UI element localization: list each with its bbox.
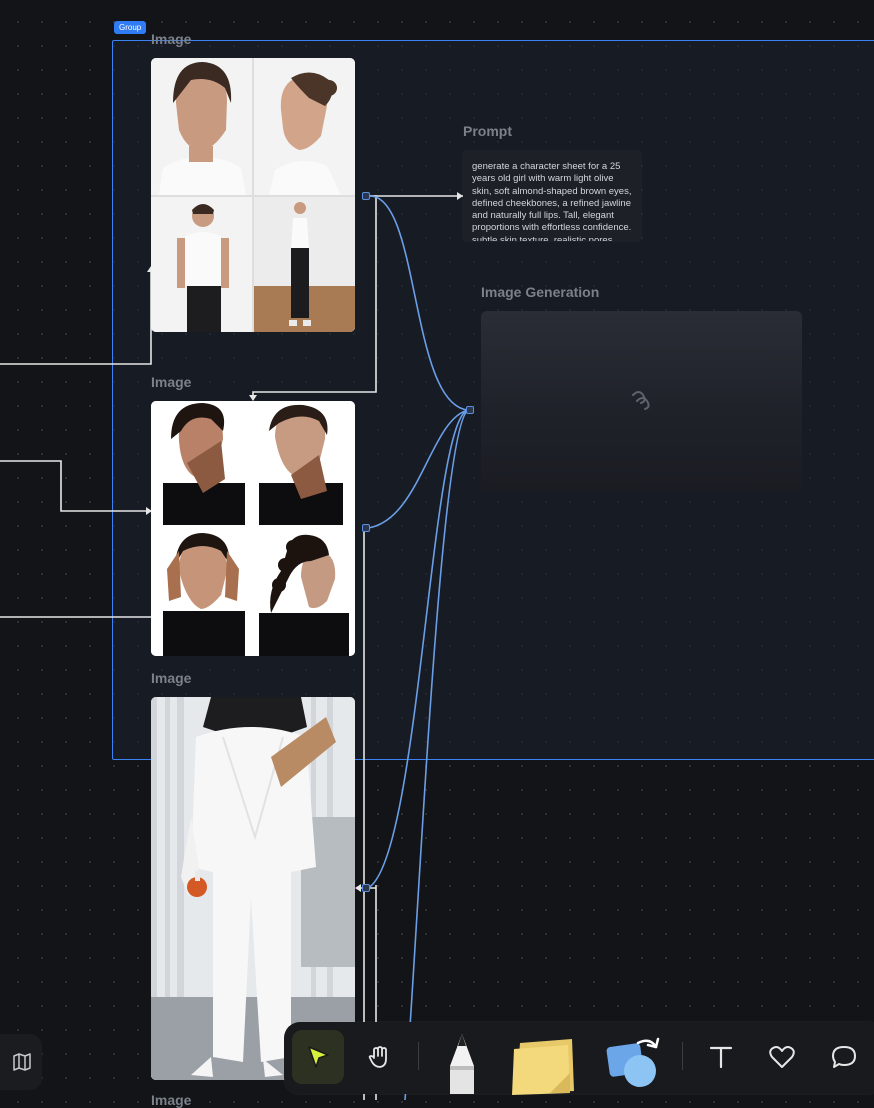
sticky-note-icon: [512, 1039, 574, 1095]
image-generation-node[interactable]: [481, 311, 802, 491]
image-node-3-output-port[interactable]: [362, 884, 370, 892]
image-node-1-output-port[interactable]: [362, 192, 370, 200]
wire-blue-1: [369, 195, 469, 411]
generation-loading-icon: [632, 391, 650, 410]
arrowhead-image3: [355, 884, 361, 892]
pen-tool-button[interactable]: [436, 1030, 488, 1094]
heart-tool-button[interactable]: [760, 1034, 804, 1080]
wire-white-2: [0, 460, 151, 512]
image-node-2-output-port[interactable]: [362, 524, 370, 532]
connection-wires: [0, 192, 469, 1100]
shapes-tool-button[interactable]: [600, 1032, 666, 1094]
text-icon: [709, 1046, 733, 1069]
wire-blue-3: [367, 409, 469, 889]
image-node-2[interactable]: [151, 401, 355, 656]
hand-tool-button[interactable]: [356, 1034, 402, 1080]
map-icon: [13, 1053, 31, 1071]
toolbar-divider-1: [418, 1042, 419, 1070]
image-generation-input-port[interactable]: [466, 406, 474, 414]
prompt-node[interactable]: generate a character sheet for a 25 year…: [463, 151, 641, 241]
hand-pan-icon: [368, 1046, 387, 1068]
select-cursor-icon: [308, 1046, 329, 1068]
wire-white-1: [0, 268, 152, 365]
sticky-note-button[interactable]: [508, 1034, 578, 1096]
comment-tool-button[interactable]: [822, 1034, 866, 1080]
comment-icon: [832, 1046, 856, 1068]
text-tool-button[interactable]: [700, 1034, 742, 1080]
character-sheet-photo-2: [151, 401, 355, 656]
minimap-button[interactable]: [0, 1034, 42, 1090]
character-sheet-photo-1: [151, 58, 355, 332]
prompt-text[interactable]: generate a character sheet for a 25 year…: [463, 151, 641, 241]
wire-blue-4: [404, 409, 469, 1100]
shapes-icon: [606, 1037, 660, 1087]
pen-marker-icon: [450, 1034, 474, 1094]
select-tool-button[interactable]: [292, 1030, 344, 1084]
image-node-1[interactable]: [151, 58, 355, 332]
toolbar-divider-2: [682, 1042, 683, 1070]
heart-icon: [769, 1046, 795, 1068]
